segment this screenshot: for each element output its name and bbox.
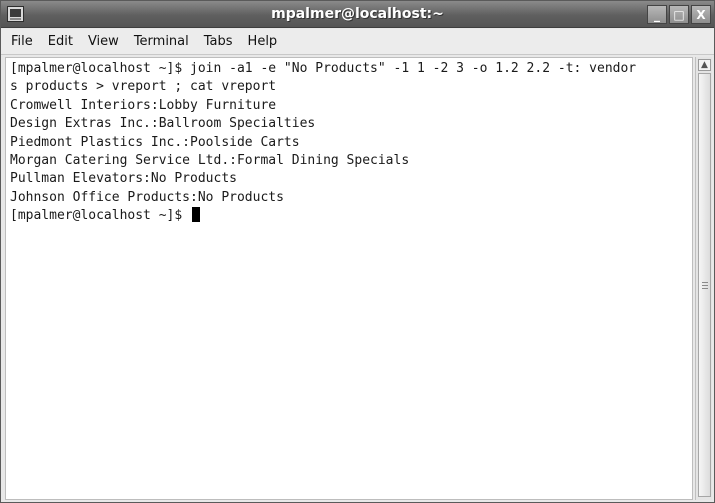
window-title: mpalmer@localhost:~ [271, 6, 444, 22]
menu-help[interactable]: Help [248, 34, 278, 49]
output-line: Morgan Catering Service Ltd.:Formal Dini… [10, 152, 410, 168]
menu-edit[interactable]: Edit [48, 34, 73, 49]
output-line: Johnson Office Products:No Products [10, 189, 284, 205]
menu-bar: File Edit View Terminal Tabs Help [1, 29, 714, 55]
vertical-scrollbar[interactable]: ▲ [695, 57, 712, 500]
output-line: Cromwell Interiors:Lobby Furniture [10, 97, 277, 113]
title-bar[interactable]: mpalmer@localhost:~ _ □ X [1, 1, 714, 28]
command-line-wrap: s products > vreport ; cat vreport [10, 79, 277, 95]
command-line: [mpalmer@localhost ~]$ join -a1 -e "No P… [10, 61, 637, 76]
menu-file[interactable]: File [11, 34, 33, 49]
minimize-button[interactable]: _ [647, 5, 667, 24]
shell-prompt: [mpalmer@localhost ~]$ [10, 208, 191, 224]
close-button[interactable]: X [691, 5, 711, 24]
terminal-window: mpalmer@localhost:~ _ □ X File Edit View… [0, 0, 715, 503]
text-cursor [192, 207, 201, 223]
thumb-grip-icon [702, 285, 708, 286]
output-line: Piedmont Plastics Inc.:Poolside Carts [10, 134, 300, 150]
output-line: Pullman Elevators:No Products [10, 171, 237, 187]
menu-tabs[interactable]: Tabs [204, 34, 233, 49]
thumb-grip-icon [702, 288, 708, 289]
scrollbar-thumb[interactable] [698, 73, 711, 497]
thumb-grip-icon [702, 282, 708, 283]
prompt-line[interactable]: [mpalmer@localhost ~]$ [10, 207, 692, 225]
terminal-output[interactable]: [mpalmer@localhost ~]$ join -a1 -e "No P… [5, 57, 693, 500]
menu-terminal[interactable]: Terminal [134, 34, 189, 49]
menu-view[interactable]: View [88, 34, 119, 49]
output-line: Design Extras Inc.:Ballroom Specialties [10, 116, 316, 132]
maximize-button[interactable]: □ [669, 5, 689, 24]
scroll-up-arrow-icon[interactable]: ▲ [698, 59, 711, 71]
